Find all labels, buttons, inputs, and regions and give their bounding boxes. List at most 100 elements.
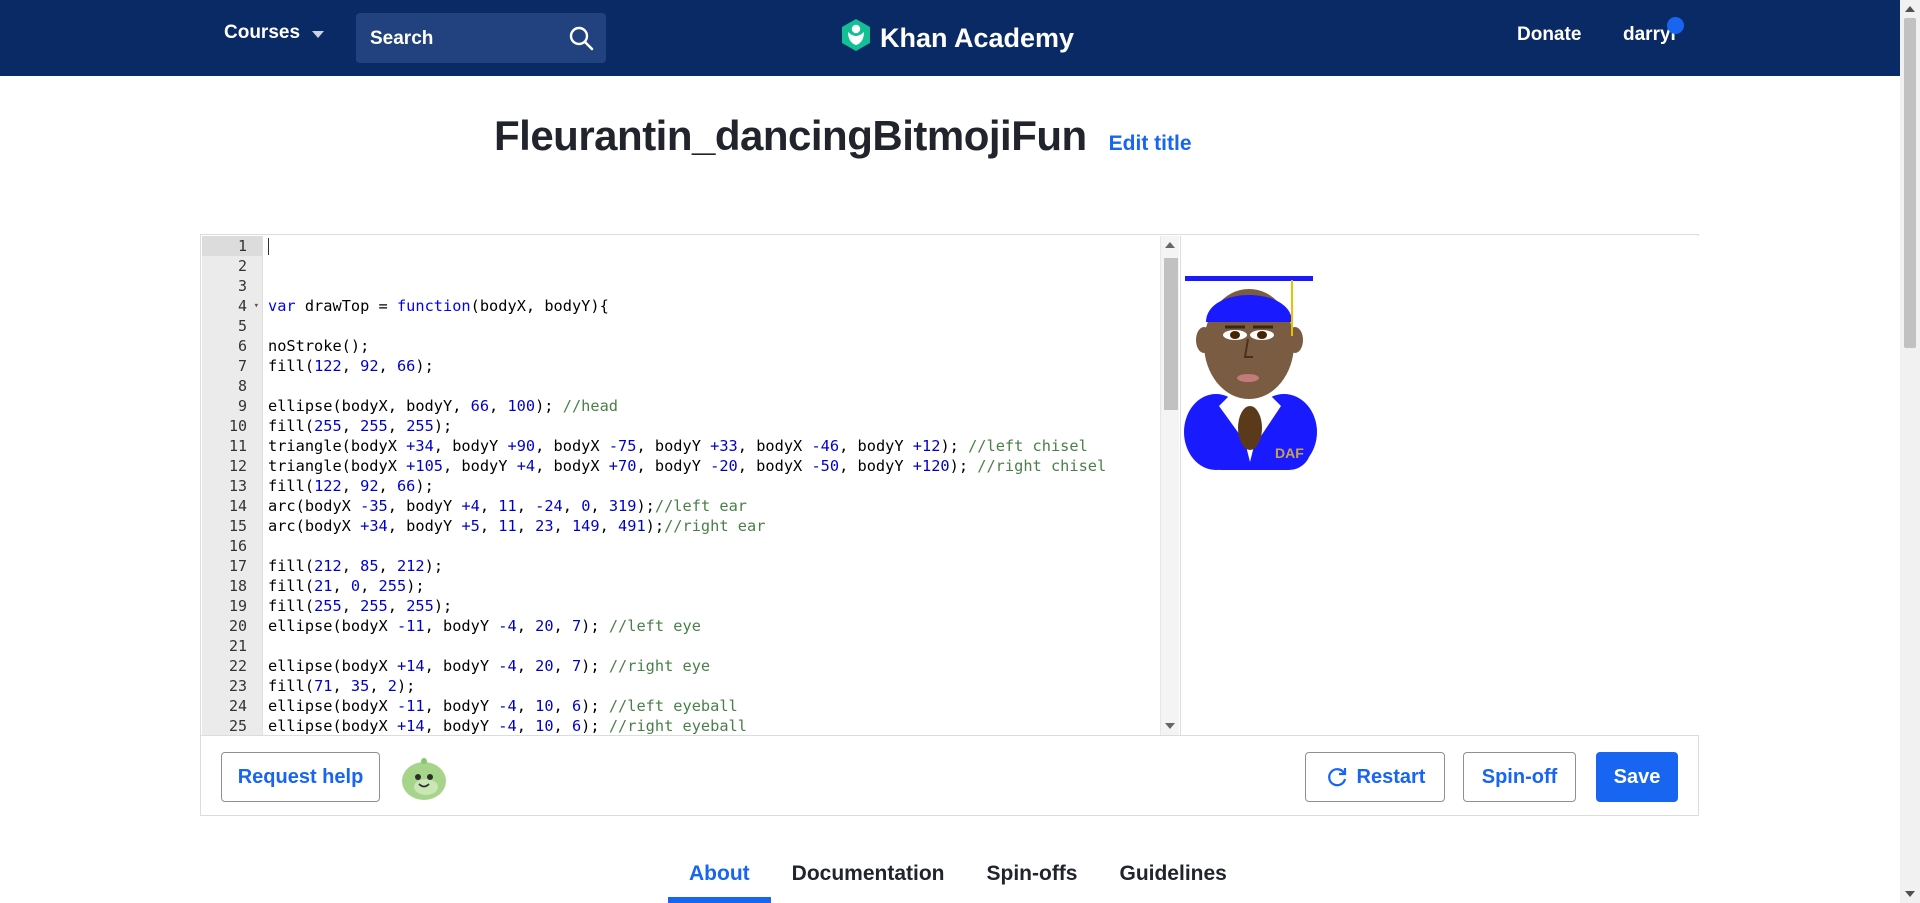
code-line[interactable]: ​ (268, 316, 1161, 336)
code-line[interactable]: fill(21, 0, 255); (268, 576, 1161, 596)
code-line[interactable]: ellipse(bodyX +14, bodyY -4, 20, 7); //r… (268, 656, 1161, 676)
code-line[interactable]: arc(bodyX -35, bodyY +4, 11, -24, 0, 319… (268, 496, 1161, 516)
line-number: 5 (237, 317, 247, 335)
line-number: 13 (228, 477, 247, 495)
line-number: 24 (228, 697, 247, 715)
code-content[interactable]: ​​​var drawTop = function(bodyX, bodyY){… (268, 236, 1161, 735)
line-number: 23 (228, 677, 247, 695)
left-eyeball (1230, 331, 1240, 339)
code-line[interactable]: fill(122, 92, 66); (268, 476, 1161, 496)
line-number: 14 (228, 497, 247, 515)
mouth (1237, 374, 1259, 382)
code-line[interactable]: arc(bodyX +34, bodyY +5, 11, 23, 149, 49… (268, 516, 1161, 536)
search-input[interactable] (368, 13, 562, 65)
editor-action-bar: Request help Restart Spin-off Save (201, 735, 1698, 816)
line-number: 8 (237, 377, 247, 395)
line-number: 15 (228, 517, 247, 535)
save-button[interactable]: Save (1596, 752, 1678, 802)
courses-menu[interactable]: Courses (224, 22, 325, 44)
line-number: 1 (202, 236, 262, 256)
code-line[interactable]: triangle(bodyX +105, bodyY +4, bodyX +70… (268, 456, 1161, 476)
khan-academy-logo[interactable]: Khan Academy (840, 18, 1074, 59)
line-number: 18 (228, 577, 247, 595)
editor-scrollbar-thumb[interactable] (1164, 258, 1178, 410)
code-line[interactable]: ​ (268, 636, 1161, 656)
top-navigation-bar: Courses Khan Academy Donate darryl (0, 0, 1900, 76)
restart-button[interactable]: Restart (1305, 752, 1445, 802)
code-line[interactable]: triangle(bodyX +34, bodyY +90, bodyX -75… (268, 436, 1161, 456)
code-line[interactable]: ​ (268, 536, 1161, 556)
code-line[interactable]: fill(255, 255, 255); (268, 596, 1161, 616)
scroll-up-arrow-icon[interactable] (1905, 6, 1915, 12)
line-number: 7 (237, 357, 247, 375)
tab-about[interactable]: About (668, 858, 771, 903)
page-scrollbar-thumb[interactable] (1904, 18, 1916, 348)
line-number: 2 (237, 257, 247, 275)
code-line[interactable]: fill(122, 92, 66); (268, 356, 1161, 376)
editor-scrollbar[interactable] (1160, 236, 1179, 735)
hint-mascot-icon[interactable] (399, 756, 449, 807)
code-editor[interactable]: 1 2 3 4 ▾ 5 6 7 8 9 10 11 12 13 14 15 16 17 18 19 20 21 22 23 24… (202, 236, 1179, 735)
code-line[interactable]: fill(255, 255, 255); (268, 416, 1161, 436)
donate-link[interactable]: Donate (1517, 24, 1581, 46)
line-number: 19 (228, 597, 247, 615)
code-line[interactable]: ellipse(bodyX +14, bodyY -4, 10, 6); //r… (268, 716, 1161, 735)
code-line[interactable]: ​ (268, 276, 1161, 296)
search-box (356, 13, 606, 65)
logo-text: Khan Academy (880, 23, 1075, 53)
code-line[interactable]: ​ (268, 256, 1161, 276)
cap-board (1185, 276, 1313, 281)
chevron-down-icon (312, 31, 325, 38)
line-number: 16 (228, 537, 247, 555)
restart-label: Restart (1356, 765, 1426, 788)
program-tabs: About Documentation Spin-offs Guidelines (668, 858, 1248, 903)
bitmoji-drawing: DAF (1184, 276, 1317, 470)
line-number: 20 (228, 617, 247, 635)
code-line[interactable]: var drawTop = function(bodyX, bodyY){ (268, 296, 1161, 316)
text-cursor (268, 238, 269, 255)
fold-arrow-icon[interactable]: ▾ (254, 296, 259, 316)
line-number: 12 (228, 457, 247, 475)
line-number: 10 (228, 417, 247, 435)
project-title-row: Fleurantin_dancingBitmojiFun Edit title (494, 112, 1192, 160)
search-icon[interactable] (568, 25, 594, 56)
edit-title-link[interactable]: Edit title (1109, 132, 1192, 156)
tab-documentation[interactable]: Documentation (771, 858, 966, 898)
code-line[interactable]: ellipse(bodyX, bodyY, 66, 100); //head (268, 396, 1161, 416)
tab-spin-offs[interactable]: Spin-offs (966, 858, 1099, 898)
editor-scroll-up-icon[interactable] (1165, 242, 1175, 248)
graduation-cap (1206, 295, 1292, 322)
scroll-down-arrow-icon[interactable] (1905, 891, 1915, 897)
shirt-label: DAF (1275, 445, 1304, 461)
line-number: 3 (237, 277, 247, 295)
line-number: 21 (228, 637, 247, 655)
line-number-gutter: 1 2 3 4 ▾ 5 6 7 8 9 10 11 12 13 14 15 16 17 18 19 20 21 22 23 24… (202, 236, 263, 735)
courses-label: Courses (224, 22, 301, 43)
code-line[interactable]: fill(71, 35, 2); (268, 676, 1161, 696)
line-number: 22 (228, 657, 247, 675)
line-number: 4 ▾ (237, 296, 259, 316)
khan-academy-logo-icon (840, 18, 872, 59)
line-number: 6 (237, 337, 247, 355)
code-line[interactable]: fill(212, 85, 212); (268, 556, 1161, 576)
beard (1238, 406, 1262, 450)
code-line[interactable]: ellipse(bodyX -11, bodyY -4, 10, 6); //l… (268, 696, 1161, 716)
code-line[interactable]: noStroke(); (268, 336, 1161, 356)
code-line[interactable]: ​ (268, 376, 1161, 396)
page-scrollbar[interactable] (1900, 0, 1920, 903)
editor-scroll-down-icon[interactable] (1165, 723, 1175, 729)
notification-dot (1667, 17, 1684, 34)
line-number: 17 (228, 557, 247, 575)
line-number: 9 (237, 397, 247, 415)
restart-icon (1325, 765, 1349, 789)
line-number: 11 (228, 437, 247, 455)
program-output-canvas[interactable]: DAF (1180, 236, 1699, 735)
page-title: Fleurantin_dancingBitmojiFun (494, 112, 1087, 159)
code-line[interactable]: ellipse(bodyX -11, bodyY -4, 20, 7); //l… (268, 616, 1161, 636)
spin-off-button[interactable]: Spin-off (1463, 752, 1576, 802)
request-help-button[interactable]: Request help (221, 752, 380, 802)
code-line[interactable]: ​ (268, 236, 1161, 256)
scratchpad-frame: 1 2 3 4 ▾ 5 6 7 8 9 10 11 12 13 14 15 16 17 18 19 20 21 22 23 24… (200, 234, 1699, 816)
tab-guidelines[interactable]: Guidelines (1098, 858, 1247, 898)
line-number: 25 (228, 717, 247, 735)
